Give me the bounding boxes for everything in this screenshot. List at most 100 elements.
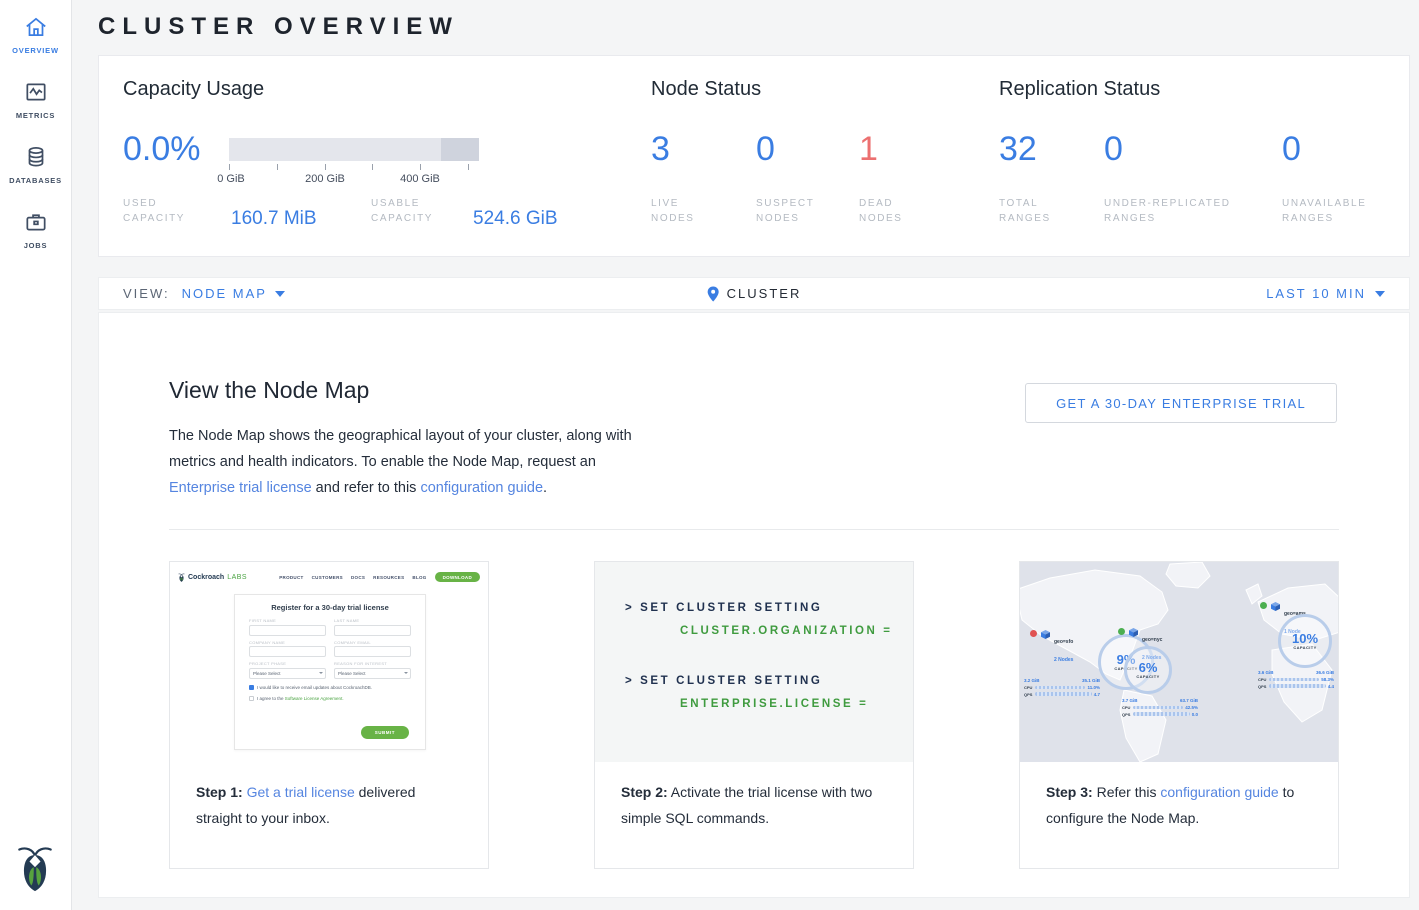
chevron-down-icon bbox=[275, 291, 285, 297]
configuration-guide-link[interactable]: configuration guide bbox=[1160, 784, 1278, 800]
divider bbox=[169, 529, 1339, 530]
unavailable-ranges-value: 0 bbox=[1282, 130, 1301, 169]
jobs-icon bbox=[23, 209, 49, 235]
total-ranges-label: TOTALRANGES bbox=[999, 196, 1051, 226]
view-selector-dropdown[interactable]: NODE MAP bbox=[182, 286, 285, 301]
under-replicated-ranges-value: 0 bbox=[1104, 130, 1123, 169]
sidebar-item-label: JOBS bbox=[24, 241, 48, 250]
live-nodes-label: LIVENODES bbox=[651, 196, 695, 226]
usable-capacity-label: USABLECAPACITY bbox=[371, 196, 433, 226]
mini-register-form: Register for a 30-day trial license FIRS… bbox=[234, 594, 426, 750]
mini-download-button: DOWNLOAD bbox=[435, 572, 480, 582]
enterprise-trial-link[interactable]: Enterprise trial license bbox=[169, 480, 312, 496]
mini-brand: CockroachLABS bbox=[178, 573, 247, 582]
mini-nav: PRODUCT CUSTOMERS DOCS RESOURCES BLOG DO… bbox=[279, 572, 480, 582]
live-status-icon bbox=[1260, 602, 1267, 609]
nyc-capacity-ring: 6% CAPACITY bbox=[1124, 646, 1172, 694]
under-replicated-ranges-label: UNDER-REPLICATEDRANGES bbox=[1104, 196, 1231, 226]
live-nodes-value: 3 bbox=[651, 130, 670, 169]
cockroach-labs-site-thumbnail: CockroachLABS PRODUCT CUSTOMERS DOCS RES… bbox=[170, 562, 488, 762]
suspect-nodes-label: SUSPECTNODES bbox=[756, 196, 814, 226]
mini-input bbox=[334, 646, 411, 657]
dead-nodes-label: DEADNODES bbox=[859, 196, 903, 226]
metrics-icon bbox=[23, 79, 49, 105]
cockroachdb-logo bbox=[16, 844, 54, 892]
axis-label: 200 GiB bbox=[305, 173, 345, 185]
chevron-down-icon bbox=[1375, 291, 1385, 297]
databases-icon bbox=[23, 144, 49, 170]
mini-input bbox=[249, 625, 326, 636]
replication-status-title: Replication Status bbox=[999, 78, 1160, 101]
checkbox-empty-icon bbox=[249, 696, 254, 701]
get-trial-license-link[interactable]: Get a trial license bbox=[247, 784, 355, 800]
step-3-image: geo=sfo2 Nodes 9% CAPACITY 3.2 GiB35.1 G… bbox=[1020, 562, 1338, 762]
suspect-nodes-value: 0 bbox=[756, 130, 775, 169]
mini-submit-button: SUBMIT bbox=[361, 726, 409, 739]
used-capacity-label: USEDCAPACITY bbox=[123, 196, 185, 226]
sidebar-item-databases[interactable]: DATABASES bbox=[0, 130, 71, 195]
step-2-card: > SET CLUSTER SETTING CLUSTER.ORGANIZATI… bbox=[594, 561, 914, 869]
unavailable-ranges-label: UNAVAILABLERANGES bbox=[1282, 196, 1366, 226]
sql-setting: CLUSTER.ORGANIZATION = bbox=[625, 625, 913, 637]
map-locale-sfo: geo=sfo2 Nodes bbox=[1030, 630, 1073, 666]
configuration-guide-link[interactable]: configuration guide bbox=[420, 480, 543, 496]
node-cube-icon bbox=[1129, 628, 1138, 637]
live-status-icon bbox=[1118, 628, 1125, 635]
node-map-panel: View the Node Map GET A 30-DAY ENTERPRIS… bbox=[98, 312, 1410, 898]
capacity-bar-end-segment bbox=[441, 138, 479, 161]
sidebar-item-metrics[interactable]: METRICS bbox=[0, 65, 71, 130]
dead-nodes-value: 1 bbox=[859, 130, 878, 169]
mini-select: Please Select bbox=[249, 668, 326, 679]
setup-steps: CockroachLABS PRODUCT CUSTOMERS DOCS RES… bbox=[169, 561, 1339, 869]
step-1-caption: Step 1: Get a trial license delivered st… bbox=[170, 762, 488, 831]
page-title: CLUSTER OVERVIEW bbox=[98, 13, 459, 41]
mini-form-title: Register for a 30-day trial license bbox=[249, 603, 411, 612]
sidebar-item-overview[interactable]: OVERVIEW bbox=[0, 0, 71, 65]
sidebar-item-label: METRICS bbox=[16, 111, 55, 120]
app-root: OVERVIEW METRICS DATABASES JOBS CLUSTER … bbox=[0, 0, 1419, 910]
capacity-axis-ticks bbox=[229, 164, 479, 171]
node-map-thumbnail: geo=sfo2 Nodes 9% CAPACITY 3.2 GiB35.1 G… bbox=[1020, 562, 1338, 762]
cockroach-bug-icon bbox=[178, 573, 185, 582]
mini-checkbox-updates: I would like to receive email updates ab… bbox=[249, 685, 411, 690]
mini-input bbox=[249, 646, 326, 657]
sql-prompt: > SET CLUSTER SETTING bbox=[625, 602, 913, 614]
step-1-card: CockroachLABS PRODUCT CUSTOMERS DOCS RES… bbox=[169, 561, 489, 869]
dead-status-icon bbox=[1030, 630, 1037, 637]
node-map-heading: View the Node Map bbox=[169, 377, 369, 404]
cluster-breadcrumb: CLUSTER bbox=[707, 286, 802, 302]
nyc-stats: 3.7 GiB63.7 GiB CPU42.5% QPS0.0 bbox=[1122, 698, 1198, 717]
axis-label: 0 GiB bbox=[217, 173, 245, 185]
sidebar-item-label: OVERVIEW bbox=[12, 46, 59, 55]
node-status-title: Node Status bbox=[651, 78, 761, 101]
cluster-summary-card: Capacity Usage 0.0% 0 GiB 200 GiB 400 Gi… bbox=[98, 55, 1410, 257]
capacity-axis-labels: 0 GiB 200 GiB 400 GiB bbox=[229, 173, 479, 187]
node-cube-icon bbox=[1271, 602, 1280, 611]
mini-checkbox-license: I agree to the Software License Agreemen… bbox=[249, 696, 411, 701]
used-capacity-value: 160.7 MiB bbox=[231, 208, 317, 230]
sidebar-item-label: DATABASES bbox=[9, 176, 62, 185]
sql-prompt: > SET CLUSTER SETTING bbox=[625, 675, 913, 687]
time-range-dropdown[interactable]: LAST 10 MIN bbox=[1266, 286, 1385, 301]
mini-select: Please Select bbox=[334, 668, 411, 679]
home-icon bbox=[23, 14, 49, 40]
total-ranges-value: 32 bbox=[999, 130, 1037, 169]
capacity-usage-chart: 0 GiB 200 GiB 400 GiB bbox=[229, 138, 479, 187]
mini-input bbox=[334, 625, 411, 636]
capacity-bar bbox=[229, 138, 479, 161]
ams-stats: 3.6 GiB36.6 GiB CPU58.3% QPS4.4 bbox=[1258, 670, 1334, 689]
sql-commands-thumbnail: > SET CLUSTER SETTING CLUSTER.ORGANIZATI… bbox=[595, 562, 913, 762]
location-pin-icon bbox=[707, 286, 720, 302]
step-3-caption: Step 3: Refer this configuration guide t… bbox=[1020, 762, 1338, 831]
usable-capacity-value: 524.6 GiB bbox=[473, 208, 558, 230]
enterprise-trial-button[interactable]: GET A 30-DAY ENTERPRISE TRIAL bbox=[1025, 383, 1337, 423]
step-2-image: > SET CLUSTER SETTING CLUSTER.ORGANIZATI… bbox=[595, 562, 913, 762]
axis-label: 400 GiB bbox=[400, 173, 440, 185]
ams-capacity-ring: 10% CAPACITY bbox=[1278, 614, 1332, 668]
sidebar-item-jobs[interactable]: JOBS bbox=[0, 195, 71, 260]
step-2-caption: Step 2: Activate the trial license with … bbox=[595, 762, 913, 831]
checkbox-checked-icon bbox=[249, 685, 254, 690]
sidebar: OVERVIEW METRICS DATABASES JOBS bbox=[0, 0, 72, 910]
view-label: VIEW: bbox=[123, 286, 170, 301]
view-bar: VIEW: NODE MAP CLUSTER LAST 10 MIN bbox=[98, 277, 1410, 310]
